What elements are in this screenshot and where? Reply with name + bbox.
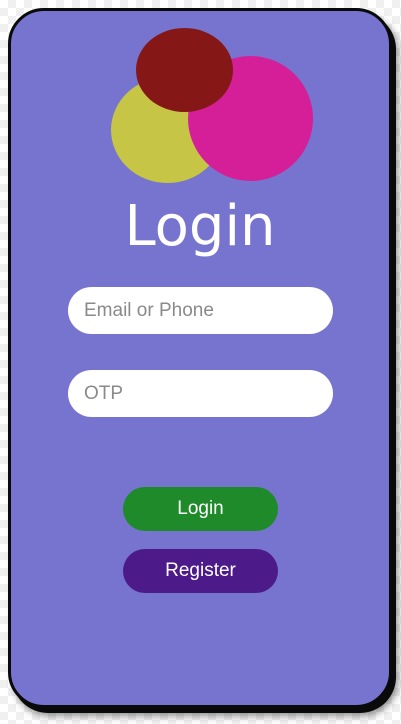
logo-dark-red-circle	[136, 28, 233, 112]
register-button[interactable]: Register	[123, 549, 278, 593]
login-card: Login Login Register	[8, 8, 392, 708]
otp-input[interactable]	[68, 370, 333, 417]
login-button[interactable]: Login	[123, 487, 278, 531]
email-or-phone-input[interactable]	[68, 287, 333, 334]
page-title: Login	[124, 194, 276, 259]
